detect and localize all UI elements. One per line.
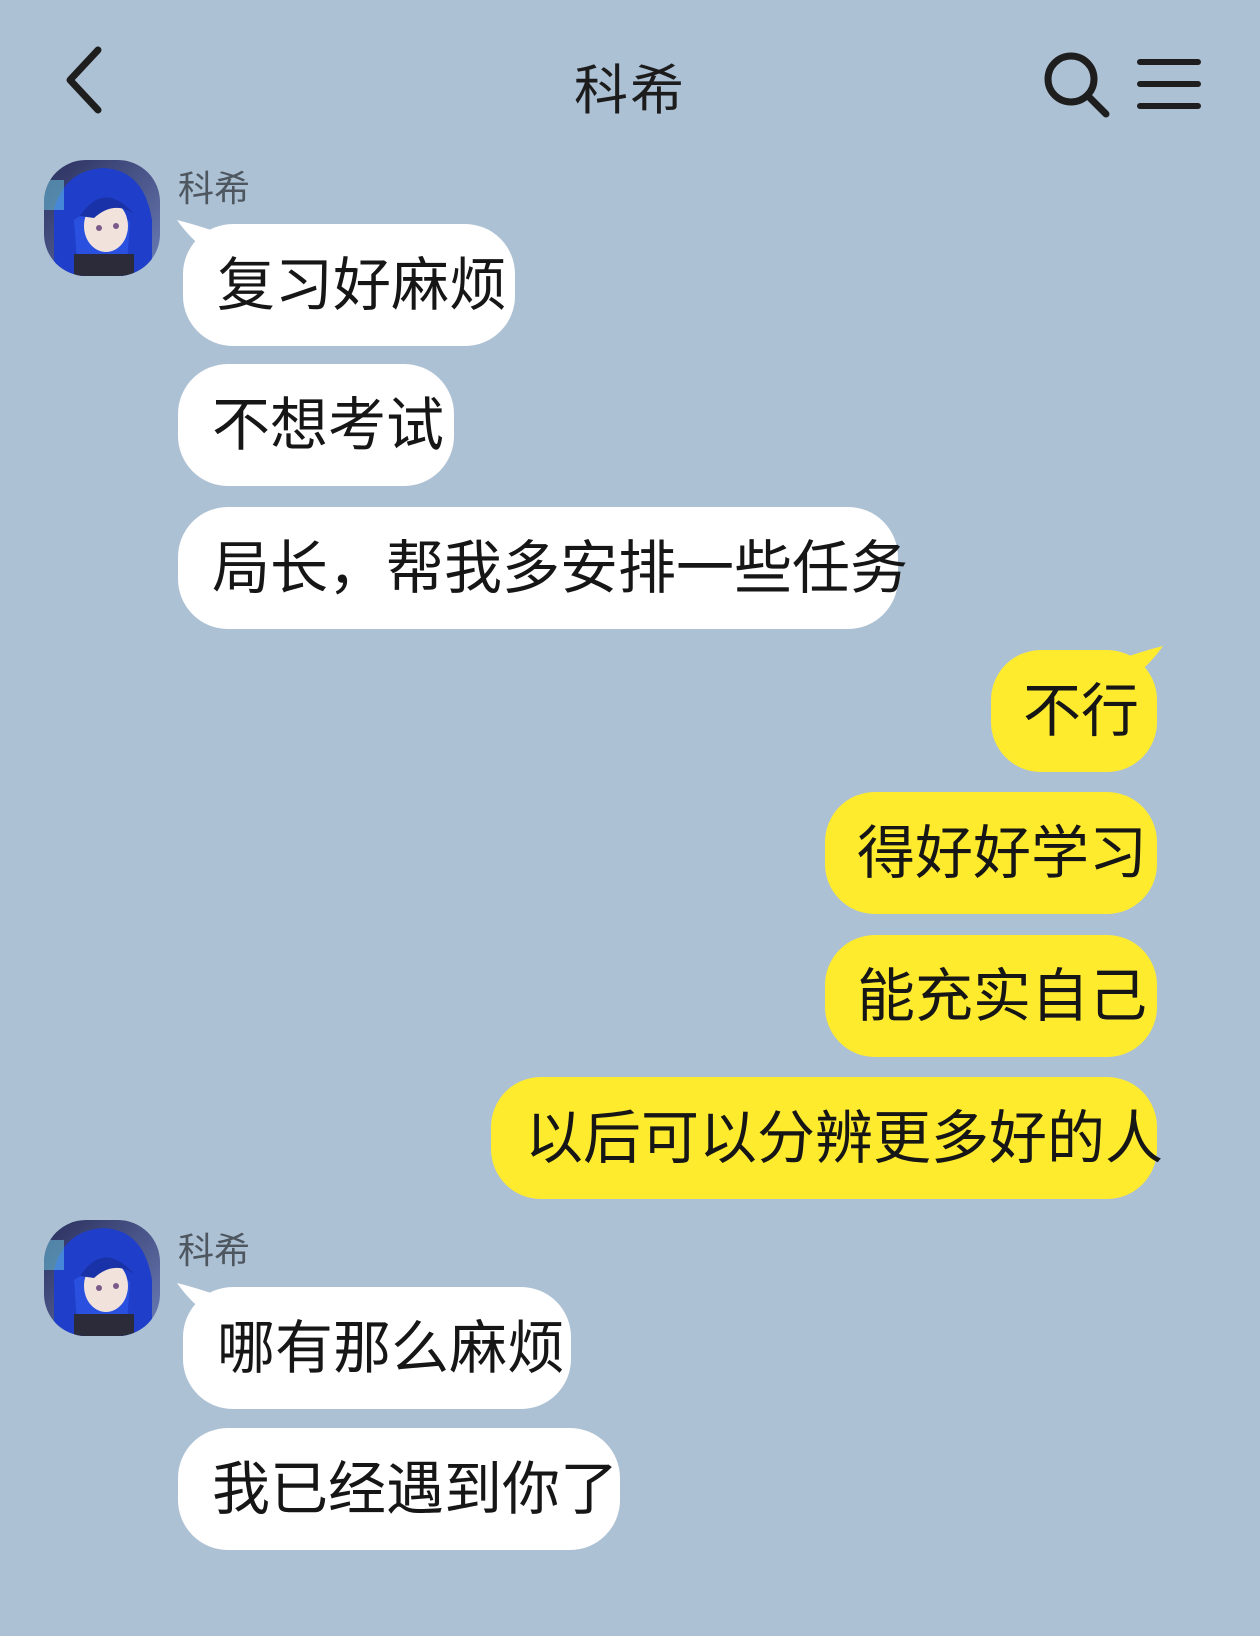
bubble-tail [177, 1283, 211, 1317]
message-bubble-incoming[interactable]: 我已经遇到你了 [178, 1428, 620, 1550]
message-text: 不想考试 [212, 391, 445, 459]
contact-avatar[interactable] [44, 160, 160, 276]
avatar-image [44, 1220, 160, 1336]
sender-name: 科希 [178, 1231, 251, 1272]
message-bubble-outgoing[interactable]: 得好好学习 [825, 792, 1157, 914]
message-bubble-incoming[interactable]: 不想考试 [178, 364, 454, 486]
sender-name: 科希 [178, 169, 251, 210]
avatar-image [44, 160, 160, 276]
message-text: 局长，帮我多安排一些任务 [212, 534, 909, 602]
message-text: 能充实自己 [857, 962, 1148, 1030]
message-text: 我已经遇到你了 [212, 1455, 619, 1523]
message-bubble-outgoing[interactable]: 能充实自己 [825, 935, 1157, 1057]
message-bubble-outgoing[interactable]: 以后可以分辨更多好的人 [491, 1077, 1163, 1199]
message-text: 得好好学习 [857, 819, 1148, 887]
message-bubble-incoming[interactable]: 复习好麻烦 [177, 220, 515, 346]
menu-icon [1137, 59, 1201, 109]
contact-avatar[interactable] [44, 1220, 160, 1336]
message-bubble-incoming[interactable]: 哪有那么麻烦 [177, 1283, 571, 1409]
bubble-tail [177, 220, 211, 254]
message-bubble-incoming[interactable]: 局长，帮我多安排一些任务 [178, 507, 908, 629]
message-bubble-outgoing[interactable]: 不行 [991, 646, 1163, 772]
message-text: 以后可以分辨更多好的人 [525, 1104, 1164, 1172]
message-text: 哪有那么麻烦 [217, 1314, 566, 1382]
message-text: 不行 [1023, 677, 1140, 745]
bubble-tail [1129, 646, 1163, 680]
search-button[interactable] [1040, 48, 1112, 120]
chat-header: 科希 [0, 0, 1260, 160]
message-text: 复习好麻烦 [217, 251, 508, 319]
search-icon [1044, 52, 1110, 118]
menu-button[interactable] [1136, 54, 1202, 114]
chat-screen: 科希 科希 复习好麻烦 不想考试 局长，帮我多安排一些任务 不行 得好好学习 能… [0, 0, 1260, 1636]
